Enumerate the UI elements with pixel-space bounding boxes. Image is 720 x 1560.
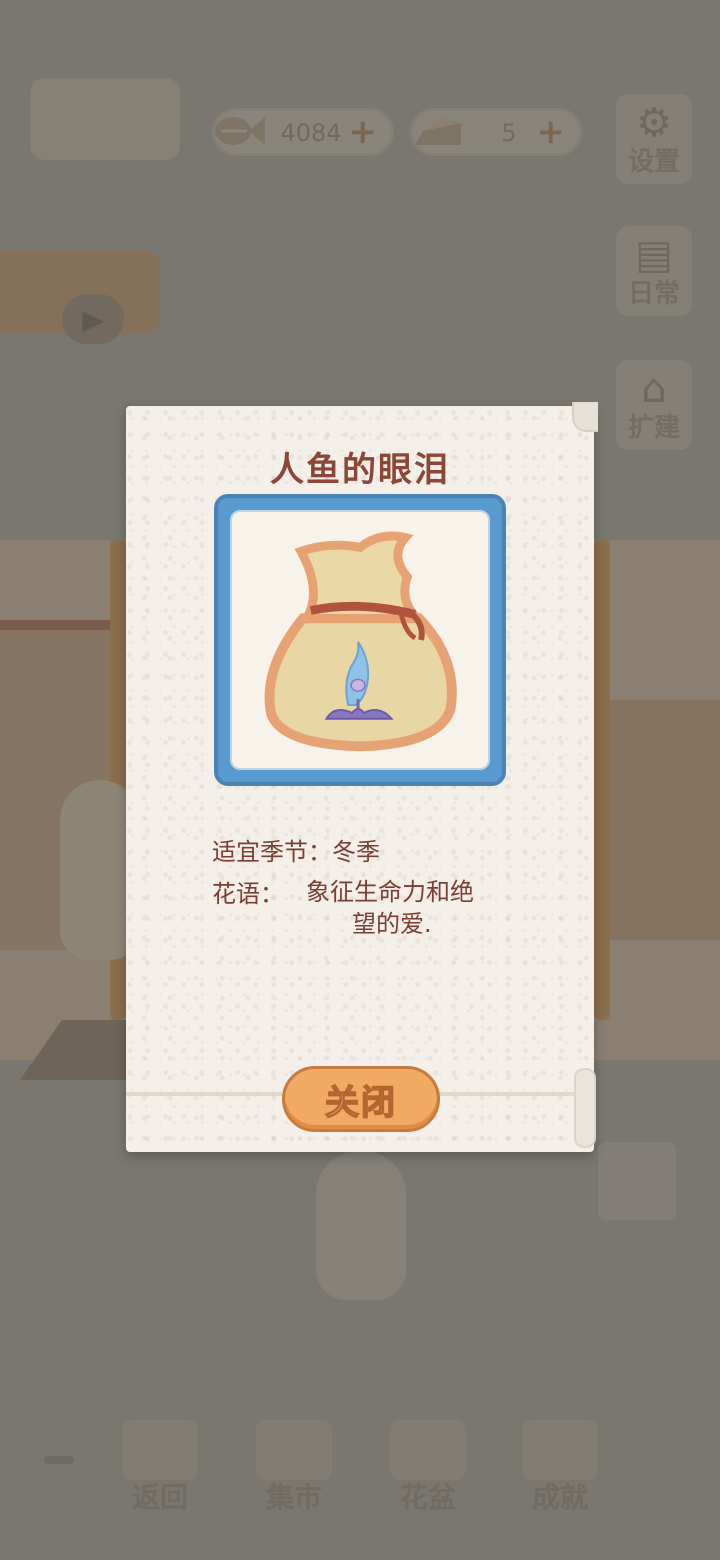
flower-language-label: 花语： <box>212 880 284 908</box>
close-button-label: 关闭 <box>324 1082 397 1124</box>
nav-back[interactable]: 返回 <box>118 1420 202 1514</box>
nav-achievement-label: 成就 <box>531 1481 588 1514</box>
chef-mouse-character <box>316 1150 406 1300</box>
flower-language-line1: 象征生命力和绝 <box>306 878 474 906</box>
nav-flowerpot[interactable]: 花盆 <box>386 1420 470 1514</box>
item-detail-dialog: 人鱼的眼泪 适宜季节：冬季 花语： 象征生命力和绝 望的爱. 关闭 <box>126 402 598 1152</box>
bottom-nav-handle <box>44 1456 74 1464</box>
achievement-icon <box>522 1420 598 1480</box>
item-frame <box>214 494 506 786</box>
settings-label: 设置 <box>627 147 680 177</box>
daily-label: 日常 <box>627 279 680 309</box>
dialog-title: 人鱼的眼泪 <box>270 450 450 490</box>
stage-pillar-right <box>594 540 610 1020</box>
fish-add-button[interactable]: + <box>349 115 378 149</box>
flowerpot-icon <box>390 1420 466 1480</box>
item-frame-inner <box>230 510 490 770</box>
build-icon: ⌂ <box>641 366 667 412</box>
season-info: 适宜季节：冬季 <box>212 838 380 866</box>
expand-label: 扩建 <box>627 413 680 443</box>
nav-back-label: 返回 <box>131 1481 188 1514</box>
flower-language-line2: 望的爱. <box>352 910 432 938</box>
market-icon <box>256 1420 332 1480</box>
fish-bone-icon <box>211 101 269 161</box>
paper-curl-bottom <box>574 1068 596 1148</box>
settings-button[interactable]: ⚙ 设置 <box>616 94 692 184</box>
play-icon: ▶ <box>62 294 124 344</box>
mountain-button-icon[interactable] <box>598 1142 676 1220</box>
cheese-currency: 5 + <box>410 108 582 156</box>
gear-icon: ⚙ <box>636 100 672 146</box>
fish-currency: 4084 + <box>212 108 394 156</box>
expand-button[interactable]: ⌂ 扩建 <box>616 360 692 450</box>
calendar-icon: ▤ <box>635 232 673 278</box>
house-right <box>610 700 720 940</box>
flower-language-text: 象征生命力和绝 望的爱. <box>306 876 526 940</box>
daily-button[interactable]: ▤ 日常 <box>616 226 692 316</box>
fish-count: 4084 <box>280 119 342 147</box>
close-button[interactable]: 关闭 <box>282 1066 440 1132</box>
nav-market-label: 集市 <box>265 1481 322 1514</box>
cheese-icon <box>409 101 467 161</box>
game-logo <box>30 78 180 160</box>
cheese-add-button[interactable]: + <box>537 115 566 149</box>
nav-market[interactable]: 集市 <box>252 1420 336 1514</box>
nav-flowerpot-label: 花盆 <box>399 1481 456 1514</box>
seed-bag-icon <box>264 531 457 752</box>
paper-curl-top <box>572 402 598 432</box>
nav-achievement[interactable]: 成就 <box>518 1420 602 1514</box>
back-icon <box>122 1420 198 1480</box>
